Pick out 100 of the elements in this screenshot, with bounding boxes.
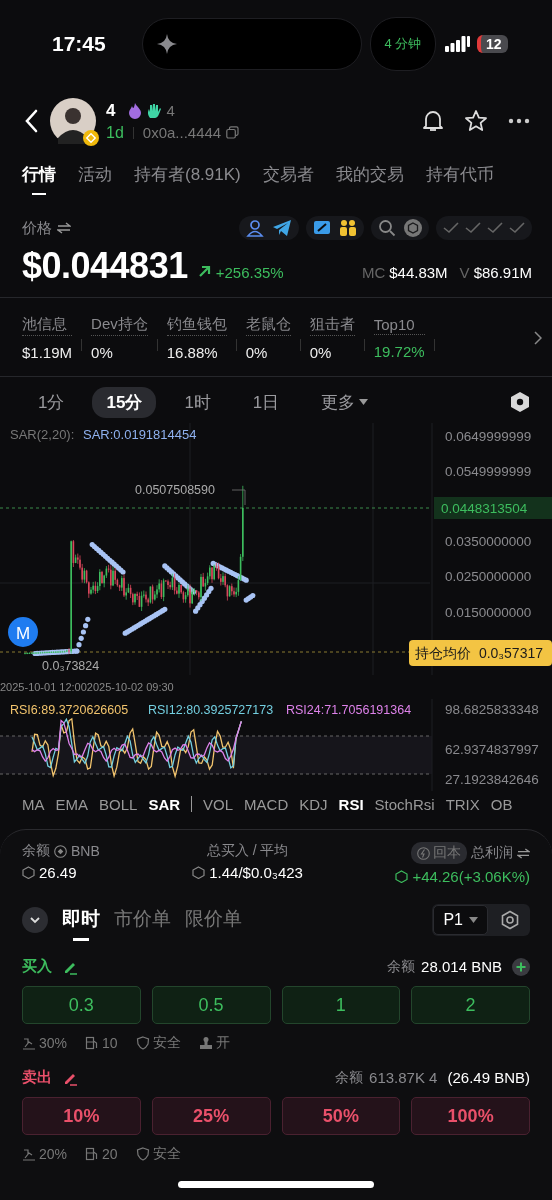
stat-value: 0% xyxy=(91,344,114,361)
buy-amount-button[interactable]: 0.3 xyxy=(22,986,141,1024)
total-profit-value: +44.26(+3.06K%) xyxy=(412,868,530,885)
timeframe-tab[interactable]: 1分 xyxy=(24,386,79,418)
stat-value: 16.88% xyxy=(166,344,219,361)
price-axis-label: 0.0250000000 xyxy=(445,569,532,584)
marker-badge[interactable]: M xyxy=(8,617,38,647)
indicator-tab[interactable]: SAR xyxy=(148,795,181,813)
stat-value: 0% xyxy=(309,344,333,361)
timeframe-tab[interactable]: 15分 xyxy=(92,386,157,418)
token-name: 4 xyxy=(106,100,116,121)
balance-value: 26.49 xyxy=(39,864,77,881)
slippage-setting[interactable]: 30% xyxy=(39,1035,68,1051)
date-label: 2025-10-01 12:00 xyxy=(0,681,87,695)
sell-label: 卖出 xyxy=(22,1068,52,1087)
tab[interactable]: 持有者(8.91K) xyxy=(134,163,241,195)
stat-value: $1.19M xyxy=(22,344,73,361)
price-label: 价格 xyxy=(22,218,52,238)
buy-amount-button[interactable]: 1 xyxy=(281,986,401,1024)
indicator-value: SAR:0.0191814454 xyxy=(83,427,197,442)
low-price-label: 0.0₃73824 xyxy=(42,659,100,673)
indicator-tab[interactable]: StochRsi xyxy=(374,795,435,813)
buy-amount-button[interactable]: 0.5 xyxy=(151,986,271,1024)
rsi-axis-label: 62.9374837997 xyxy=(445,742,539,757)
battery-indicator: 12 xyxy=(477,35,508,53)
rsi-value-label: RSI6:89.3720626605 xyxy=(10,703,129,717)
tab[interactable]: 我的交易 xyxy=(335,163,404,195)
order-type-tab[interactable]: 市价单 xyxy=(114,899,171,941)
average-cost-badge: 持仓均价 0.0₃57317 xyxy=(409,640,552,666)
token-price: $0.044831 xyxy=(22,245,188,287)
indicator-tab[interactable]: KDJ xyxy=(299,795,328,813)
live-activity-timer: 4 分钟 xyxy=(370,17,436,71)
price-axis-label: 0.0350000000 xyxy=(445,534,532,549)
holder-badge-count: 4 xyxy=(166,102,175,119)
indicator-tab[interactable]: VOL xyxy=(203,795,234,813)
timeframe-tab[interactable]: 1日 xyxy=(238,386,294,418)
balance-value: 613.87K 4 xyxy=(369,1069,438,1086)
indicator-name: SAR(2,20): xyxy=(10,427,75,442)
stat-value: 0% xyxy=(245,344,269,361)
stat-label[interactable]: 老鼠仓 xyxy=(245,315,291,336)
contract-address: 0x0a...4444 xyxy=(142,124,222,141)
safety-setting[interactable]: 安全 xyxy=(152,1034,181,1052)
market-cap-value: $44.83M xyxy=(389,264,448,281)
indicator-tab[interactable]: EMA xyxy=(55,795,88,813)
price-axis-label: 0.0649999999 xyxy=(445,429,532,444)
indicator-tab[interactable]: TRIX xyxy=(445,795,480,813)
tab[interactable]: 活动 xyxy=(78,163,112,195)
balance-label: 余额 xyxy=(387,957,416,976)
gas-setting[interactable]: 20 xyxy=(102,1146,118,1162)
volume-label: V xyxy=(459,264,470,281)
price-axis-label: 0.0150000000 xyxy=(445,605,532,620)
rsi-axis-label: 27.1923842646 xyxy=(445,772,539,787)
buy-label: 买入 xyxy=(22,957,52,976)
safety-setting[interactable]: 安全 xyxy=(152,1145,181,1163)
stat-label[interactable]: 池信息 xyxy=(22,315,73,336)
sell-amount-button[interactable]: 25% xyxy=(151,1097,271,1135)
sell-amount-button[interactable]: 50% xyxy=(281,1097,401,1135)
stat-label[interactable]: Dev持仓 xyxy=(91,315,148,336)
market-cap-label: MC xyxy=(361,264,386,281)
balance-label: 余额 xyxy=(335,1068,364,1087)
balance-bnb-value: (26.49 BNB) xyxy=(447,1069,530,1086)
price-axis-label: 0.0549999999 xyxy=(445,464,532,479)
sell-amount-button[interactable]: 100% xyxy=(411,1097,530,1135)
balance-unit: BNB xyxy=(71,843,100,859)
mev-setting[interactable]: 开 xyxy=(215,1034,230,1052)
tab[interactable]: 行情 xyxy=(22,163,56,195)
indicator-tab[interactable]: RSI xyxy=(338,795,364,813)
rsi-axis-label: 98.6825833348 xyxy=(445,702,539,717)
rsi-value-label: RSI12:80.3925727173 xyxy=(148,703,274,717)
current-price-tag: 0.0448313504 xyxy=(434,497,552,519)
date-label: 2025-10-02 09:30 xyxy=(86,681,174,695)
status-time: 17:45 xyxy=(52,32,107,56)
stat-label[interactable]: 钓鱼钱包 xyxy=(166,315,227,336)
total-bought-value: 1.44/$0.0₃423 xyxy=(209,864,303,881)
tab[interactable]: 持有代币 xyxy=(425,163,494,195)
slippage-setting[interactable]: 20% xyxy=(39,1146,68,1162)
high-price-label: 0.0507508590 xyxy=(135,483,246,506)
breakeven-button[interactable]: 回本 xyxy=(411,842,467,864)
rsi-value-label: RSI24:71.7056191364 xyxy=(286,703,412,717)
stat-label[interactable]: 狙击者 xyxy=(309,315,355,336)
balance-value: 28.014 BNB xyxy=(421,958,502,975)
timeframe-tab[interactable]: 1时 xyxy=(170,386,225,418)
stat-label[interactable]: Top10 xyxy=(373,316,425,335)
stat-value: 19.72% xyxy=(373,343,425,360)
indicator-tab[interactable]: BOLL xyxy=(99,795,138,813)
balance-label: 余额 xyxy=(22,842,50,860)
token-age: 1d xyxy=(106,123,124,142)
indicator-tab[interactable]: OB xyxy=(490,795,513,813)
preset-dropdown[interactable]: P1 xyxy=(433,905,488,935)
buy-amount-button[interactable]: 2 xyxy=(411,986,530,1024)
price-change: +256.35% xyxy=(215,264,284,281)
indicator-tab[interactable]: MACD xyxy=(244,795,289,813)
total-profit-label: 总利润 xyxy=(471,844,513,862)
order-type-tab[interactable]: 限价单 xyxy=(185,899,242,941)
total-bought-label: 总买入 / 平均 xyxy=(206,842,289,860)
more-dropdown[interactable]: 更多 xyxy=(307,386,383,418)
sell-amount-button[interactable]: 10% xyxy=(22,1097,141,1135)
gas-setting[interactable]: 10 xyxy=(102,1035,118,1051)
tab[interactable]: 交易者 xyxy=(262,163,314,195)
indicator-tab[interactable]: MA xyxy=(22,795,45,813)
